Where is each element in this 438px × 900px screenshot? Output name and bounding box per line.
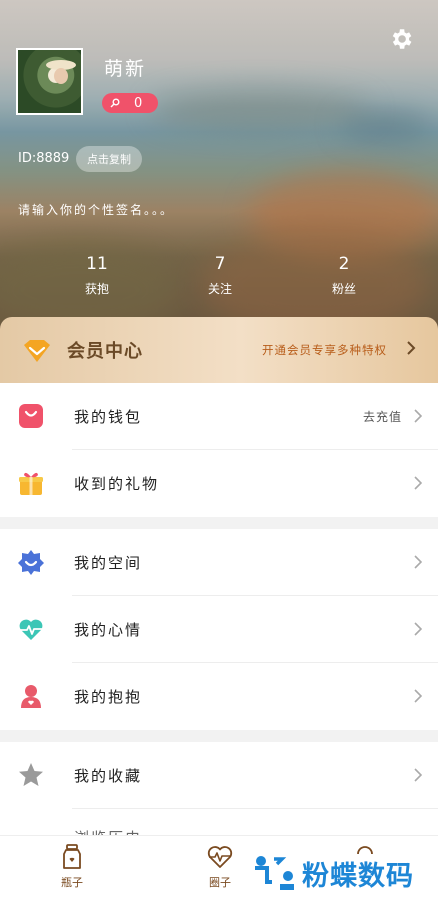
personal-section: 我的空间 我的心情 我的抱抱 — [0, 529, 438, 730]
search-icon — [110, 98, 120, 108]
hug-person-icon — [21, 685, 41, 708]
copy-id-button[interactable]: 点击复制 — [76, 146, 142, 172]
menu-item-hugs[interactable]: 我的抱抱 — [0, 663, 438, 730]
menu-item-gifts[interactable]: 收到的礼物 — [0, 450, 438, 517]
username: 萌新 — [104, 58, 147, 80]
menu-item-label: 收到的礼物 — [74, 475, 160, 493]
menu-item-label: 我的钱包 — [74, 408, 143, 426]
settings-gear-icon[interactable] — [388, 26, 414, 52]
tab-label: 圈子 — [209, 876, 231, 889]
user-id: ID:8889 — [18, 151, 70, 166]
avatar[interactable] — [16, 48, 83, 115]
stat-value: 11 — [86, 254, 108, 274]
watermark: 粉蝶数码 — [254, 853, 414, 893]
menu-item-label: 我的收藏 — [74, 767, 143, 785]
watermark-text: 粉蝶数码 — [302, 860, 414, 892]
chevron-right-icon — [414, 409, 422, 423]
tab-bottle[interactable]: 瓶子 — [42, 844, 102, 890]
chevron-right-icon — [407, 341, 416, 355]
menu-item-space[interactable]: 我的空间 — [0, 529, 438, 596]
stat-label: 获抱 — [84, 282, 109, 296]
chevron-right-icon — [414, 476, 422, 490]
gift-icon — [19, 472, 43, 495]
profile-header: 萌新 0 ID:8889 点击复制 请输入你的个性签名。。。 11 获抱 7 关… — [0, 0, 438, 330]
stat-hugs-received[interactable]: 11 获抱 — [57, 254, 137, 297]
stat-label: 粉丝 — [331, 282, 356, 296]
chevron-right-icon — [414, 622, 422, 636]
chevron-right-icon — [414, 555, 422, 569]
vip-title: 会员中心 — [67, 341, 143, 362]
star-icon — [19, 763, 43, 786]
vip-diamond-icon — [24, 340, 50, 362]
watermark-logo-icon — [255, 856, 294, 890]
menu-item-label: 我的心情 — [74, 621, 143, 639]
menu-item-wallet[interactable]: 我的钱包 去充值 — [0, 383, 438, 450]
vip-center-banner[interactable]: 会员中心 开通会员专享多种特权 — [0, 317, 438, 383]
menu-item-mood[interactable]: 我的心情 — [0, 596, 438, 663]
space-flower-icon — [18, 550, 44, 575]
bottle-icon — [63, 844, 81, 869]
vip-promo-text: 开通会员专享多种特权 — [262, 343, 387, 357]
stat-label: 关注 — [207, 282, 232, 296]
stat-value: 2 — [338, 254, 350, 274]
stat-following[interactable]: 7 关注 — [180, 254, 260, 297]
signature-input[interactable]: 请输入你的个性签名。。。 — [18, 201, 174, 218]
menu-item-history-partial[interactable]: 浏览历史 — [74, 827, 142, 835]
wallet-section: 我的钱包 去充值 收到的礼物 — [0, 383, 438, 517]
heart-pulse-outline-icon — [207, 846, 233, 868]
tab-circle[interactable]: 圈子 — [190, 844, 250, 890]
tab-label: 瓶子 — [61, 876, 83, 889]
recharge-link[interactable]: 去充值 — [363, 408, 402, 425]
stat-followers[interactable]: 2 粉丝 — [304, 254, 384, 297]
chevron-right-icon — [414, 689, 422, 703]
menu-item-favorites[interactable]: 我的收藏 — [0, 742, 438, 809]
heart-pulse-icon — [19, 619, 43, 640]
wallet-bag-icon — [19, 404, 43, 428]
menu-item-label: 我的空间 — [74, 554, 143, 572]
menu-item-label: 我的抱抱 — [74, 688, 143, 706]
badge-count: 0 — [134, 95, 143, 111]
favorites-section: 我的收藏 — [0, 742, 438, 835]
status-badge: 0 — [102, 93, 158, 113]
chevron-right-icon — [414, 768, 422, 782]
stat-value: 7 — [214, 254, 226, 274]
